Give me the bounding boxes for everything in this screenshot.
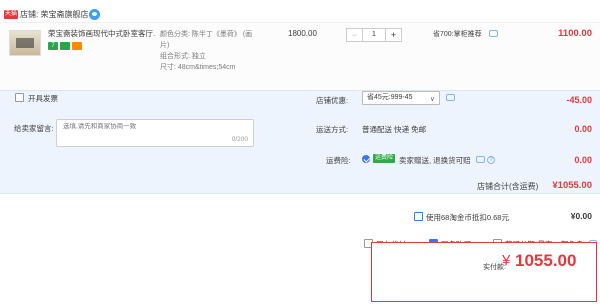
tmall-badge: 天猫: [4, 10, 18, 19]
coupon-info-icon[interactable]: [446, 94, 455, 101]
seller-message-label: 给卖家留言:: [14, 124, 54, 133]
shipping-method-value: 普通配送 快递 免邮: [362, 125, 427, 134]
promo-info-icon[interactable]: [489, 30, 498, 37]
shop-total-label: 店铺合计(含运费): [477, 182, 539, 191]
promotion-text: 省700:掌柜推荐: [433, 31, 482, 38]
sku-line: 尺寸: 48cm&times;54cm: [160, 64, 236, 71]
coupon-selected-value: 省45元:999-45: [367, 94, 413, 101]
item-subtotal: 1100.00: [558, 28, 592, 39]
message-char-counter: 0/200: [231, 136, 248, 143]
taobao-coin-amount: ¥0.00: [570, 211, 592, 221]
shipping-amount: 0.00: [574, 124, 592, 134]
sku-line: 片): [160, 42, 170, 49]
seller-message-field[interactable]: 0/200: [56, 119, 254, 147]
freight-chat-icon[interactable]: [476, 156, 485, 163]
freight-insurance-tag: 运费险: [373, 154, 396, 163]
taobao-coin-label: 使用68淘金币抵扣0.68元: [426, 213, 509, 222]
seller-message-input[interactable]: [63, 123, 243, 130]
sku-line: 组合形式: 独立: [160, 53, 206, 60]
freight-insurance-desc: 卖家赠送, 退换货可赔: [399, 156, 471, 165]
freight-insurance-amount: 0.00: [574, 155, 592, 165]
chevron-down-icon: ∨: [429, 96, 435, 103]
freight-insurance-check: [362, 155, 370, 163]
quantity-input[interactable]: 1: [363, 29, 385, 41]
product-thumbnail[interactable]: [9, 30, 41, 56]
shop-coupon-label: 店铺优惠:: [316, 96, 349, 105]
invoice-label: 开具发票: [28, 94, 58, 103]
guarantee-icon: [60, 42, 70, 50]
shop-name[interactable]: 店铺: 荣宝斋旗舰店: [20, 9, 88, 20]
product-title[interactable]: 荣宝斋装饰画现代中式卧室客厅...: [48, 29, 156, 39]
coupon-discount-amount: -45.00: [566, 95, 592, 105]
wangwang-chat-icon[interactable]: [89, 9, 100, 20]
invoice-checkbox[interactable]: [15, 93, 24, 102]
freight-insurance-label: 运费险:: [326, 156, 351, 165]
sku-info: 颜色分类: 陈半丁《墨荷》 (画 片) 组合形式: 独立 尺寸: 48cm&ti…: [160, 29, 280, 73]
sku-line: 颜色分类: 陈半丁《墨荷》 (画: [160, 31, 253, 38]
unit-price: 1800.00: [288, 29, 317, 38]
payment-amount: 1055.00: [515, 251, 577, 270]
shop-coupon-select[interactable]: 省45元:999-45 ∨: [362, 91, 440, 105]
currency-symbol: ¥: [502, 252, 511, 269]
help-icon[interactable]: ?: [487, 156, 495, 164]
quantity-stepper: − 1 +: [346, 28, 402, 42]
seven-day-return-icon: 7: [48, 42, 58, 50]
credit-card-icon: [72, 42, 82, 50]
taobao-coin-checkbox[interactable]: [414, 212, 423, 221]
shipping-method-label: 运送方式:: [316, 125, 349, 134]
quantity-increase-button[interactable]: +: [385, 29, 401, 41]
quantity-decrease-button[interactable]: −: [347, 29, 363, 41]
shop-total-amount: ¥1055.00: [552, 180, 592, 191]
